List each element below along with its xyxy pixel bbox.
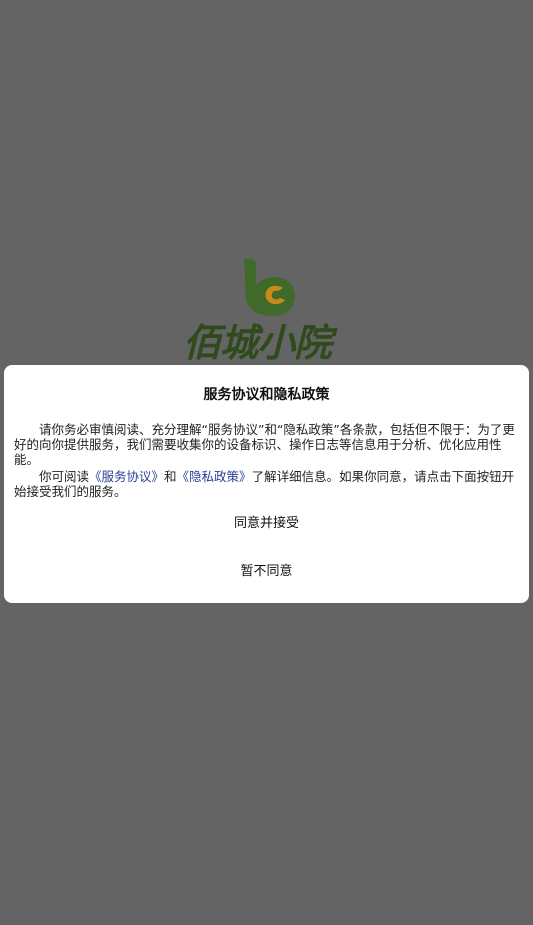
privacy-dialog: 服务协议和隐私政策 请你务必审慎阅读、充分理解“服务协议”和“隐私政策”各条款，… xyxy=(4,365,529,603)
service-agreement-link[interactable]: 《服务协议》 xyxy=(89,469,164,484)
dialog-title: 服务协议和隐私政策 xyxy=(203,387,330,403)
links-paragraph: 你可阅读《服务协议》和《隐私政策》了解详细信息。如果你同意，请点击下面按钮开始接… xyxy=(14,469,519,499)
app-logo-icon xyxy=(244,258,295,316)
agreement-paragraph: 请你务必审慎阅读、充分理解“服务协议”和“隐私政策”各条款，包括但不限于：为了更… xyxy=(14,422,515,467)
privacy-policy-link[interactable]: 《隐私政策》 xyxy=(177,469,252,484)
links-prefix: 你可阅读 xyxy=(39,469,90,484)
dialog-body: 请你务必审慎阅读、充分理解“服务协议”和“隐私政策”各条款，包括但不限于：为了更… xyxy=(14,422,519,499)
app-logo-text: 佰城小院 xyxy=(183,320,332,365)
and-text: 和 xyxy=(164,469,177,484)
decline-button[interactable]: 暂不同意 xyxy=(154,558,379,586)
agree-button[interactable]: 同意并接受 xyxy=(154,510,379,538)
